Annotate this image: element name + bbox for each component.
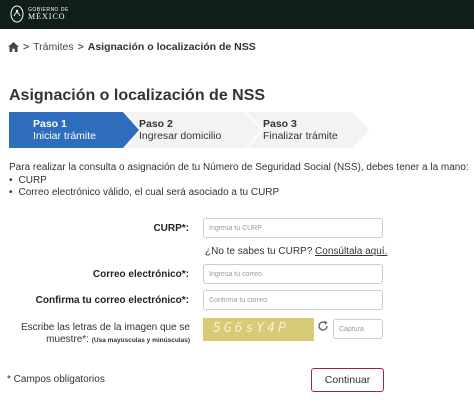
breadcrumb-current: Asignación o localización de NSS: [87, 41, 256, 53]
breadcrumb-separator: >: [77, 41, 84, 53]
curp-input[interactable]: [203, 218, 383, 238]
progress-steps: Paso 1 Iniciar trámite Paso 2 Ingresar d…: [9, 112, 471, 148]
gobierno-logo[interactable]: GOBIERNO DE MÉXICO: [10, 5, 69, 23]
captcha-image: 5G6sY4P: [203, 318, 314, 341]
breadcrumb-separator: >: [23, 41, 30, 53]
step-3-number: Paso 3: [263, 118, 297, 130]
step-3: Paso 3 Finalizar trámite: [263, 118, 338, 142]
curp-help: ¿No te sabes tu CURP? Consúltala aquí.: [205, 246, 387, 257]
top-header-bar: GOBIERNO DE MÉXICO: [0, 0, 474, 29]
intro-text: Para realizar la consulta o asignación d…: [9, 162, 469, 173]
home-icon[interactable]: [8, 42, 19, 52]
captcha-label: Escribe las letras de la imagen que se m…: [10, 322, 190, 347]
step-1-number: Paso 1: [33, 118, 67, 130]
step-2: Paso 2 Ingresar domicilio: [139, 118, 221, 142]
requirements-list: CURP Correo electrónico válido, el cual …: [9, 175, 280, 199]
captcha-input[interactable]: [333, 319, 383, 339]
requirement-item: Correo electrónico válido, el cual será …: [9, 187, 280, 199]
email-label: Correo electrónico*:: [92, 269, 189, 280]
step-1: Paso 1 Iniciar trámite: [33, 118, 96, 142]
step-3-label: Finalizar trámite: [263, 130, 338, 142]
captcha-text: 5G6sY4P: [213, 321, 289, 336]
step-1-label: Iniciar trámite: [33, 130, 97, 142]
curp-label: CURP*:: [153, 223, 189, 234]
logo-big-text: MÉXICO: [28, 11, 66, 21]
confirm-email-label: Confirma tu correo electrónico*:: [35, 295, 189, 306]
confirm-email-input[interactable]: [203, 290, 383, 310]
breadcrumb-tramites-link[interactable]: Trámites: [33, 41, 73, 53]
email-input[interactable]: [203, 264, 383, 284]
captcha-hint: (Usa mayúsculas y minúsculas): [91, 337, 190, 344]
step-2-label: Ingresar domicilio: [139, 130, 222, 142]
continue-button[interactable]: Continuar: [311, 368, 384, 392]
curp-help-text: ¿No te sabes tu CURP?: [205, 246, 313, 257]
curp-lookup-link[interactable]: Consúltala aquí.: [315, 246, 387, 257]
requirement-item: CURP: [9, 175, 279, 187]
required-fields-note: * Campos obligatorios: [7, 374, 105, 385]
refresh-icon[interactable]: [317, 320, 329, 332]
breadcrumb: > Trámites > Asignación o localización d…: [8, 41, 256, 53]
page-title: Asignación o localización de NSS: [9, 87, 266, 104]
step-2-number: Paso 2: [139, 118, 173, 130]
eagle-emblem-icon: [10, 5, 24, 23]
